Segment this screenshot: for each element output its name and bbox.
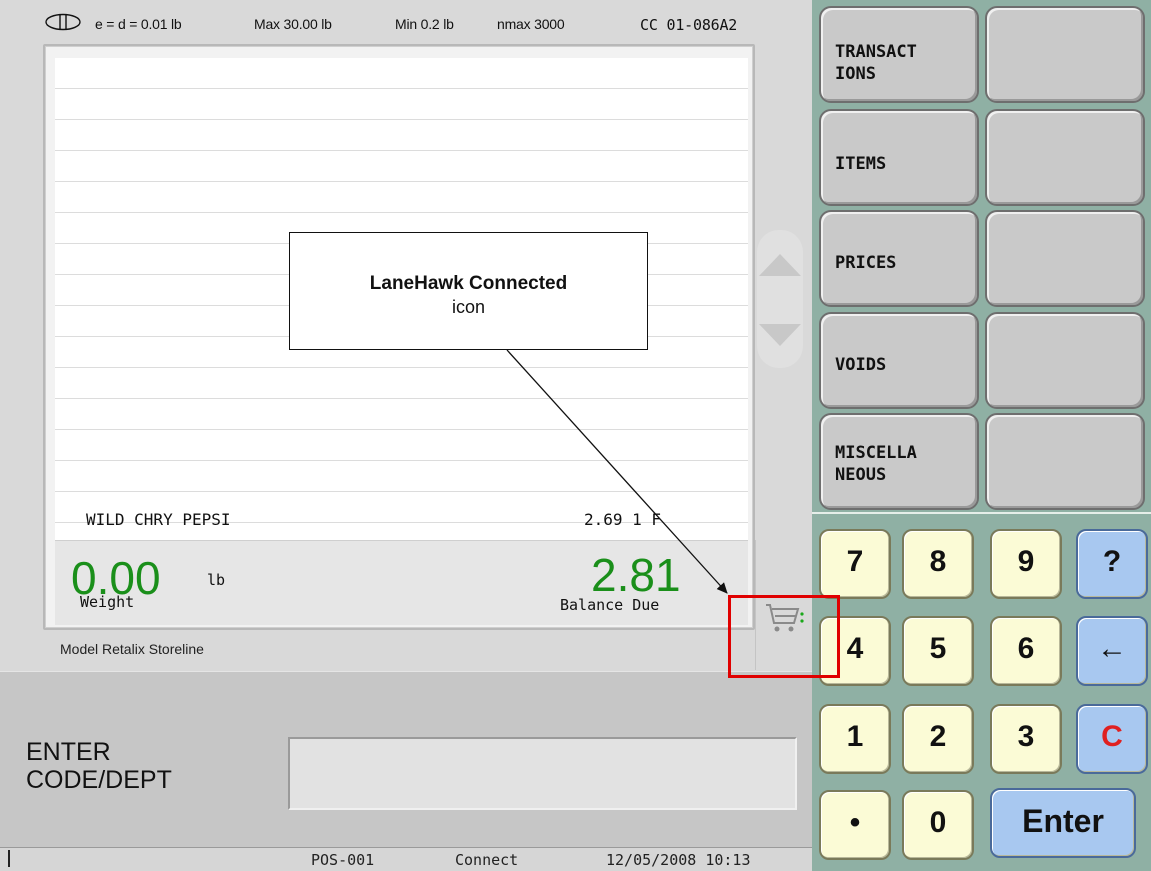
annotation-arrow [506,349,728,594]
annotation-subtitle: icon [451,297,486,317]
annotation-callout: LaneHawk Connected icon [289,232,648,350]
annotation-highlight-box [728,595,840,678]
annotation-title: LaneHawk Connected [369,273,568,294]
